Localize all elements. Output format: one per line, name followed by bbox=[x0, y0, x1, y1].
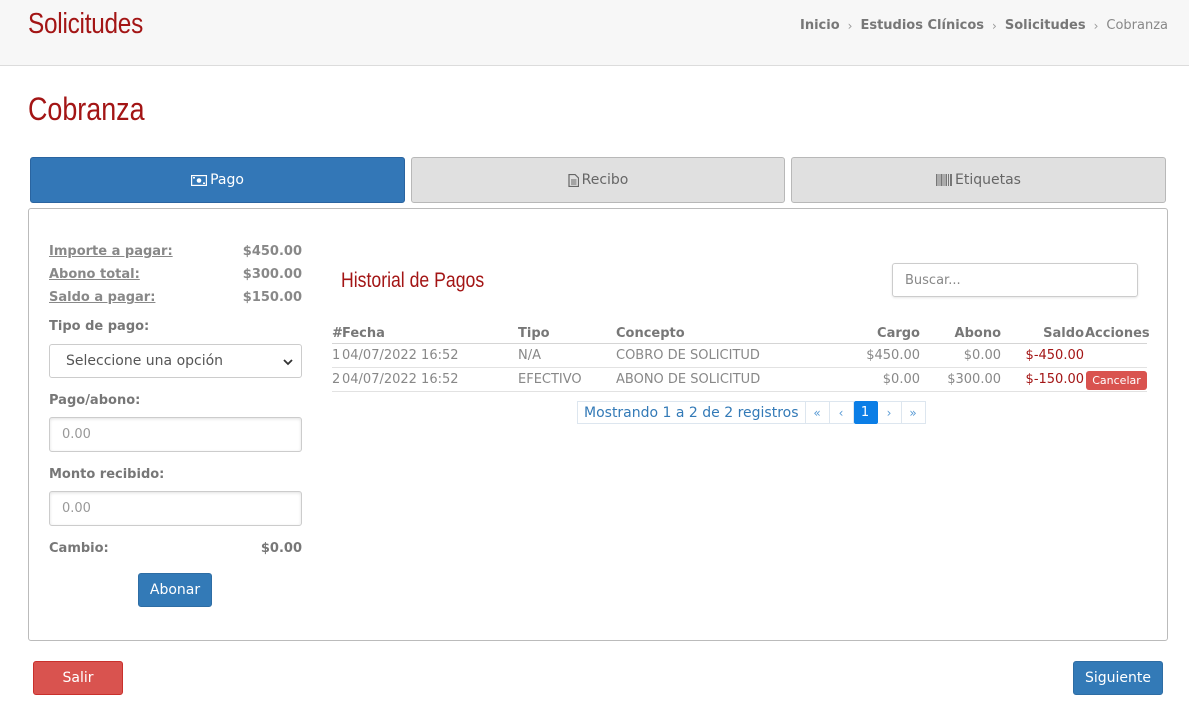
row-saldo: $-150.00 bbox=[1025, 372, 1084, 387]
tab-pago-label: Pago bbox=[210, 172, 244, 188]
prev-page-button[interactable]: ‹ bbox=[829, 401, 854, 424]
col-concepto[interactable]: Concepto bbox=[616, 326, 685, 341]
saldo-label: Saldo a pagar: bbox=[49, 290, 156, 305]
pago-abono-input[interactable]: 0.00 bbox=[49, 417, 302, 452]
table-row: 1 04/07/2022 16:52 N/A COBRO DE SOLICITU… bbox=[332, 344, 1147, 368]
saldo-row: Saldo a pagar: $150.00 bbox=[49, 290, 302, 305]
abono-total-value: $300.00 bbox=[242, 267, 302, 282]
tipo-pago-label: Tipo de pago: bbox=[49, 319, 150, 334]
breadcrumb-estudios-clinicos[interactable]: Estudios Clínicos bbox=[860, 18, 984, 33]
salir-button[interactable]: Salir bbox=[33, 661, 123, 695]
importe-row: Importe a pagar: $450.00 bbox=[49, 244, 302, 259]
pago-abono-placeholder: 0.00 bbox=[62, 427, 91, 442]
importe-label: Importe a pagar: bbox=[49, 244, 173, 259]
row-concepto: ABONO DE SOLICITUD bbox=[616, 372, 761, 387]
payment-panel: Importe a pagar: $450.00 Abono total: $3… bbox=[28, 208, 1168, 641]
chevron-down-icon bbox=[283, 355, 293, 371]
next-page-button[interactable]: › bbox=[877, 401, 902, 424]
breadcrumb: Inicio › Estudios Clínicos › Solicitudes… bbox=[800, 18, 1168, 33]
breadcrumb-solicitudes[interactable]: Solicitudes bbox=[1005, 18, 1086, 33]
row-num: 2 bbox=[332, 372, 341, 387]
abonar-button[interactable]: Abonar bbox=[138, 573, 212, 607]
row-abono: $0.00 bbox=[963, 348, 1001, 363]
search-placeholder: Buscar... bbox=[905, 272, 961, 288]
col-saldo[interactable]: Saldo bbox=[1043, 326, 1084, 341]
abono-total-label: Abono total: bbox=[49, 267, 140, 282]
tipo-pago-select[interactable]: Seleccione una opción bbox=[49, 344, 302, 378]
cambio-value: $0.00 bbox=[260, 541, 302, 556]
page-1-button[interactable]: 1 bbox=[853, 401, 878, 424]
row-saldo: $-450.00 bbox=[1025, 348, 1084, 363]
tab-recibo[interactable]: Recibo bbox=[411, 157, 785, 203]
last-page-button[interactable]: » bbox=[901, 401, 926, 424]
importe-value: $450.00 bbox=[242, 244, 302, 259]
row-tipo: N/A bbox=[518, 348, 541, 363]
barcode-icon bbox=[936, 174, 953, 186]
row-abono: $300.00 bbox=[947, 372, 1001, 387]
tab-etiquetas-label: Etiquetas bbox=[955, 172, 1021, 188]
tipo-pago-selected: Seleccione una opción bbox=[66, 353, 224, 369]
chevron-right-icon: › bbox=[992, 18, 997, 33]
tab-recibo-label: Recibo bbox=[581, 172, 629, 188]
row-concepto: COBRO DE SOLICITUD bbox=[616, 348, 760, 363]
row-cargo: $450.00 bbox=[866, 348, 920, 363]
search-input[interactable]: Buscar... bbox=[892, 263, 1138, 297]
page-title: Cobranza bbox=[28, 91, 145, 127]
saldo-value: $150.00 bbox=[242, 290, 302, 305]
table-row: 2 04/07/2022 16:52 EFECTIVO ABONO DE SOL… bbox=[332, 368, 1147, 392]
app-title: Solicitudes bbox=[28, 8, 144, 40]
first-page-button[interactable]: « bbox=[805, 401, 830, 424]
cambio-label: Cambio: bbox=[49, 541, 109, 556]
col-tipo[interactable]: Tipo bbox=[518, 326, 550, 341]
pago-abono-label: Pago/abono: bbox=[49, 393, 141, 408]
col-abono[interactable]: Abono bbox=[955, 326, 1001, 341]
row-fecha: 04/07/2022 16:52 bbox=[342, 372, 459, 387]
historial-title: Historial de Pagos bbox=[341, 269, 485, 292]
cancel-payment-button[interactable]: Cancelar bbox=[1086, 371, 1147, 390]
row-cargo: $0.00 bbox=[882, 372, 920, 387]
monto-recibido-input[interactable]: 0.00 bbox=[49, 491, 302, 526]
top-bar: Solicitudes Inicio › Estudios Clínicos ›… bbox=[0, 0, 1189, 66]
breadcrumb-cobranza: Cobranza bbox=[1106, 18, 1168, 33]
row-tipo: EFECTIVO bbox=[518, 372, 582, 387]
tab-pago[interactable]: Pago bbox=[30, 157, 405, 203]
row-fecha: 04/07/2022 16:52 bbox=[342, 348, 459, 363]
col-acciones: Acciones bbox=[1085, 326, 1150, 341]
table-header: # Fecha Tipo Concepto Cargo Abono Saldo … bbox=[332, 322, 1150, 344]
pagination: Mostrando 1 a 2 de 2 registros « ‹ 1 › » bbox=[577, 401, 926, 424]
pagination-info: Mostrando 1 a 2 de 2 registros bbox=[577, 401, 806, 424]
chevron-right-icon: › bbox=[1093, 18, 1099, 33]
payments-table: # Fecha Tipo Concepto Cargo Abono Saldo … bbox=[332, 322, 1150, 392]
abono-total-row: Abono total: $300.00 bbox=[49, 267, 302, 282]
file-icon bbox=[568, 173, 579, 187]
monto-recibido-placeholder: 0.00 bbox=[62, 501, 91, 516]
col-fecha[interactable]: Fecha bbox=[342, 326, 385, 341]
breadcrumb-inicio[interactable]: Inicio bbox=[800, 18, 840, 33]
money-icon bbox=[191, 174, 208, 186]
monto-recibido-label: Monto recibido: bbox=[49, 467, 165, 482]
chevron-right-icon: › bbox=[847, 18, 853, 33]
cambio-row: Cambio: $0.00 bbox=[49, 541, 302, 556]
row-num: 1 bbox=[332, 348, 341, 363]
tab-etiquetas[interactable]: Etiquetas bbox=[791, 157, 1166, 203]
col-cargo[interactable]: Cargo bbox=[877, 326, 920, 341]
siguiente-button[interactable]: Siguiente bbox=[1073, 661, 1163, 695]
